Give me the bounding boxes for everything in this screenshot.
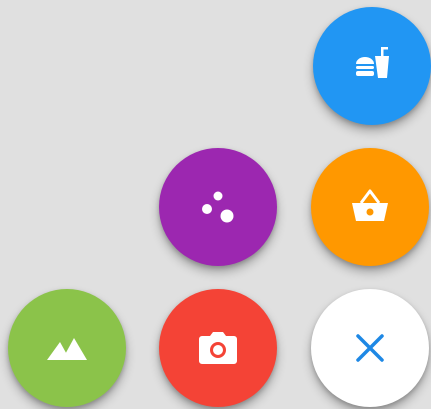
camera-icon: [194, 324, 242, 372]
fab-menu: [0, 0, 431, 409]
camera-button[interactable]: [159, 289, 277, 407]
shopping-basket-icon: [346, 183, 394, 231]
close-button[interactable]: [311, 289, 429, 407]
bubble-chart-icon: [194, 183, 242, 231]
fastfood-icon: [348, 42, 396, 90]
shopping-basket-button[interactable]: [311, 148, 429, 266]
fastfood-button[interactable]: [313, 7, 431, 125]
landscape-button[interactable]: [8, 289, 126, 407]
landscape-icon: [43, 324, 91, 372]
bubble-chart-button[interactable]: [159, 148, 277, 266]
close-icon: [350, 328, 390, 368]
